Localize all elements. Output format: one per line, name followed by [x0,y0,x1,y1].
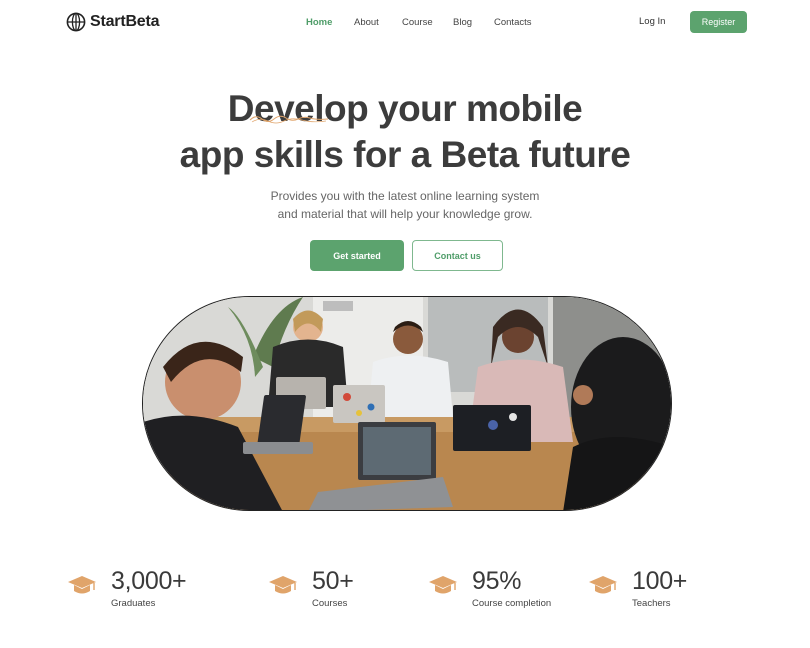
scribble-decoration [249,115,329,124]
graduation-cap-icon [68,576,96,594]
graduation-cap-icon [589,576,617,594]
hero-team-photo [142,296,672,511]
top-navbar: StartBeta Home About Course Blog Contact… [0,0,810,44]
stat-label: Course completion [472,598,552,609]
brand[interactable]: StartBeta [66,12,160,32]
hero-subtitle: Provides you with the latest online lear… [255,187,555,223]
team-meeting-illustration [143,297,671,510]
stat-label: Courses [312,598,348,609]
nav-links: Home About Course Blog Contacts [306,17,544,28]
stat-course-completion: 95% Course completion [428,566,551,609]
stat-label: Teachers [632,598,671,609]
hero-subtitle-line-1: Provides you with the latest online lear… [270,189,540,203]
stat-courses: 50+ Courses [268,566,354,609]
stat-value: 3,000+ [111,567,187,595]
nav-link-contacts[interactable]: Contacts [494,17,544,28]
hero-title-line-2: app skills for a Beta future [179,134,631,175]
get-started-button[interactable]: Get started [310,240,404,271]
stat-value: 100+ [632,567,688,595]
stat-teachers: 100+ Teachers [588,566,687,609]
login-link[interactable]: Log In [639,16,665,27]
graduation-cap-icon [269,576,297,594]
nav-link-blog[interactable]: Blog [453,17,494,28]
register-button[interactable]: Register [690,11,747,33]
brand-name: StartBeta [90,13,160,30]
stat-value: 95% [472,567,522,595]
globe-logo-icon [66,12,86,32]
hero-subtitle-line-2: and material that will help your knowled… [277,207,533,221]
contact-us-button[interactable]: Contact us [412,240,503,271]
stat-label: Graduates [111,598,156,609]
graduation-cap-icon [429,576,457,594]
nav-link-home[interactable]: Home [306,17,354,28]
stat-graduates: 3,000+ Graduates [67,566,187,609]
stat-value: 50+ [312,567,354,595]
nav-link-about[interactable]: About [354,17,402,28]
hero-title: Develop your mobile app skills for a Bet… [0,86,810,178]
nav-link-course[interactable]: Course [402,17,453,28]
